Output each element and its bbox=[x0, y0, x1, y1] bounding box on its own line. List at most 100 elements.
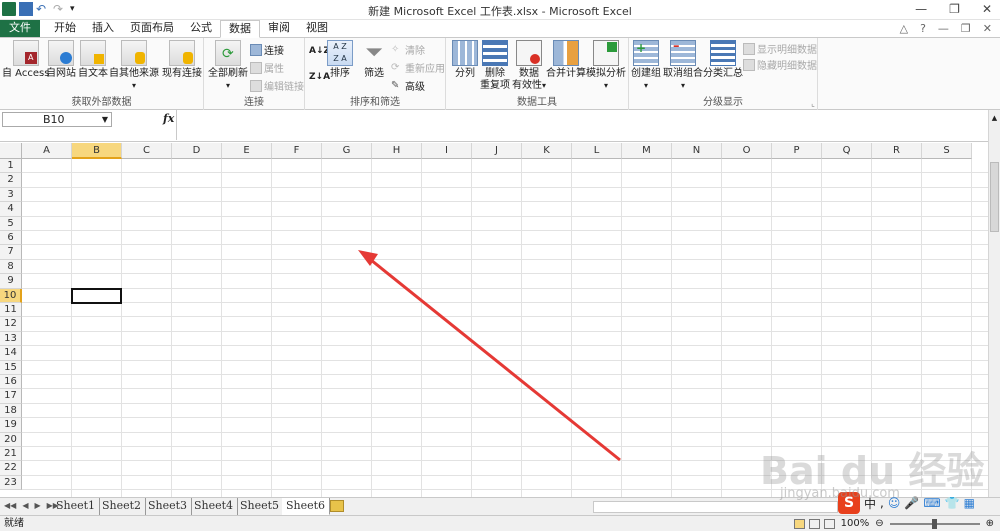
row-header-1[interactable]: 1 bbox=[0, 159, 22, 174]
advanced-button[interactable]: ✎ 高级 bbox=[391, 78, 425, 94]
column-header-f[interactable]: F bbox=[272, 143, 322, 159]
row-header-22[interactable]: 22 bbox=[0, 461, 22, 476]
column-header-j[interactable]: J bbox=[472, 143, 522, 159]
connections-button[interactable]: 连接 bbox=[250, 42, 284, 57]
row-header-11[interactable]: 11 bbox=[0, 303, 22, 318]
doc-close-icon[interactable]: ✕ bbox=[983, 22, 992, 35]
from-access-button[interactable]: A 自 Access bbox=[2, 40, 49, 80]
row-header-4[interactable]: 4 bbox=[0, 202, 22, 217]
page-layout-view-icon[interactable] bbox=[808, 518, 820, 529]
row-header-2[interactable]: 2 bbox=[0, 173, 22, 188]
page-break-view-icon[interactable] bbox=[823, 518, 835, 529]
reapply-button[interactable]: ⟳ 重新应用 bbox=[391, 60, 445, 76]
tab-home[interactable]: 开始 bbox=[46, 20, 84, 37]
name-box-dropdown-icon[interactable]: ▼ bbox=[102, 113, 108, 126]
show-detail-button[interactable]: 显示明细数据 bbox=[743, 41, 817, 56]
consolidate-button[interactable]: 合并计算 bbox=[546, 40, 586, 80]
column-header-g[interactable]: G bbox=[322, 143, 372, 159]
column-header-e[interactable]: E bbox=[222, 143, 272, 159]
row-header-17[interactable]: 17 bbox=[0, 389, 22, 404]
tab-review[interactable]: 审阅 bbox=[260, 20, 298, 37]
scroll-up-icon[interactable]: ▲ bbox=[989, 114, 1000, 122]
select-all-corner[interactable] bbox=[0, 143, 22, 159]
sheet-tab-2[interactable]: Sheet2 bbox=[98, 498, 147, 515]
refresh-all-button[interactable]: ⟳ 全部刷新 ▾ bbox=[208, 40, 248, 92]
column-header-k[interactable]: K bbox=[522, 143, 572, 159]
row-header-10[interactable]: 10 bbox=[0, 288, 22, 303]
column-header-a[interactable]: A bbox=[22, 143, 72, 159]
ribbon-collapse-icon[interactable]: △ bbox=[900, 22, 908, 35]
tab-formulas[interactable]: 公式 bbox=[182, 20, 220, 37]
edit-links-button[interactable]: 编辑链接 bbox=[250, 78, 304, 93]
first-sheet-icon[interactable]: ◀◀ bbox=[4, 501, 16, 510]
column-header-r[interactable]: R bbox=[872, 143, 922, 159]
name-box[interactable]: B10 ▼ bbox=[2, 112, 112, 127]
ime-menu-icon[interactable]: ▦ bbox=[964, 496, 975, 510]
sheet-tab-5[interactable]: Sheet5 bbox=[236, 498, 285, 515]
existing-connections-button[interactable]: 现有连接 bbox=[162, 40, 202, 80]
filter-button[interactable]: ⏷ 筛选 bbox=[361, 40, 387, 80]
zoom-in-icon[interactable]: ⊕ bbox=[986, 516, 994, 531]
tab-insert[interactable]: 插入 bbox=[84, 20, 122, 37]
help-icon[interactable]: ? bbox=[920, 22, 926, 35]
restore-button[interactable]: ❐ bbox=[949, 2, 960, 16]
row-header-21[interactable]: 21 bbox=[0, 447, 22, 462]
clear-button[interactable]: ✧ 清除 bbox=[391, 42, 425, 58]
column-header-h[interactable]: H bbox=[372, 143, 422, 159]
hide-detail-button[interactable]: 隐藏明细数据 bbox=[743, 57, 817, 72]
insert-function-button[interactable]: fx bbox=[163, 112, 174, 125]
horizontal-scrollbar[interactable] bbox=[593, 501, 838, 513]
dialog-launcher-icon[interactable]: ⌞ bbox=[811, 99, 815, 108]
tab-view[interactable]: 视图 bbox=[298, 20, 336, 37]
column-header-o[interactable]: O bbox=[722, 143, 772, 159]
row-header-5[interactable]: 5 bbox=[0, 216, 22, 231]
text-to-columns-button[interactable]: 分列 bbox=[452, 40, 478, 80]
row-header-15[interactable]: 15 bbox=[0, 360, 22, 375]
normal-view-icon[interactable] bbox=[793, 518, 805, 529]
close-button[interactable]: ✕ bbox=[982, 2, 992, 16]
prev-sheet-icon[interactable]: ◀ bbox=[22, 501, 28, 510]
ime-mic-icon[interactable]: 🎤 bbox=[904, 496, 919, 510]
sort-button[interactable]: A ZZ A 排序 bbox=[327, 40, 353, 80]
column-header-c[interactable]: C bbox=[122, 143, 172, 159]
column-header-n[interactable]: N bbox=[672, 143, 722, 159]
row-header-20[interactable]: 20 bbox=[0, 432, 22, 447]
insert-sheet-icon[interactable] bbox=[330, 500, 344, 512]
row-header-9[interactable]: 9 bbox=[0, 274, 22, 289]
zoom-slider-knob[interactable] bbox=[931, 518, 937, 529]
sheet-tab-4[interactable]: Sheet4 bbox=[190, 498, 239, 515]
column-header-p[interactable]: P bbox=[772, 143, 822, 159]
what-if-analysis-button[interactable]: 模拟分析 ▾ bbox=[586, 40, 626, 92]
doc-restore-icon[interactable]: ❐ bbox=[961, 22, 971, 35]
ime-keyboard-icon[interactable]: ⌨ bbox=[923, 496, 940, 510]
from-text-button[interactable]: 自文本 bbox=[78, 40, 108, 80]
group-button[interactable]: + 创建组 ▾ bbox=[631, 40, 661, 92]
row-header-14[interactable]: 14 bbox=[0, 346, 22, 361]
tab-file[interactable]: 文件 bbox=[0, 20, 40, 37]
ime-skin-icon[interactable]: 👕 bbox=[945, 496, 960, 510]
row-header-6[interactable]: 6 bbox=[0, 231, 22, 246]
column-header-s[interactable]: S bbox=[922, 143, 972, 159]
column-header-i[interactable]: I bbox=[422, 143, 472, 159]
column-header-m[interactable]: M bbox=[622, 143, 672, 159]
column-header-b[interactable]: B bbox=[72, 143, 122, 159]
active-cell-b10[interactable] bbox=[71, 287, 122, 304]
row-header-12[interactable]: 12 bbox=[0, 317, 22, 332]
data-validation-button[interactable]: 数据 有效性▾ bbox=[512, 40, 546, 92]
zoom-level[interactable]: 100% bbox=[841, 516, 870, 531]
formula-input[interactable] bbox=[176, 110, 988, 140]
subtotal-button[interactable]: 分类汇总 bbox=[703, 40, 743, 80]
vertical-scrollbar[interactable]: ▲ bbox=[988, 110, 1000, 497]
remove-duplicates-button[interactable]: 删除 重复项 bbox=[480, 40, 510, 92]
row-header-23[interactable]: 23 bbox=[0, 475, 22, 491]
vertical-scroll-thumb[interactable] bbox=[990, 162, 999, 232]
from-web-button[interactable]: 自网站 bbox=[46, 40, 76, 80]
tab-page-layout[interactable]: 页面布局 bbox=[122, 20, 182, 37]
next-sheet-icon[interactable]: ▶ bbox=[34, 501, 40, 510]
ungroup-button[interactable]: – 取消组合 ▾ bbox=[663, 39, 703, 92]
column-header-l[interactable]: L bbox=[572, 143, 622, 159]
sheet-tab-6[interactable]: Sheet6 bbox=[282, 498, 331, 515]
column-header-q[interactable]: Q bbox=[822, 143, 872, 159]
row-header-18[interactable]: 18 bbox=[0, 403, 22, 419]
row-header-13[interactable]: 13 bbox=[0, 331, 22, 347]
